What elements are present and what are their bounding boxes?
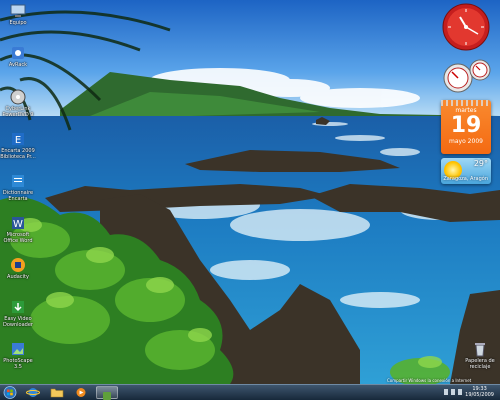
taskbar-media-player-button[interactable] [72, 386, 90, 399]
flag-icon [458, 389, 462, 395]
svg-text:W: W [13, 219, 23, 230]
desktop-icon-label: CyberLink PowerDVD 9 [2, 106, 34, 118]
desktop-icon-label: Microsoft Office Word [3, 232, 33, 244]
desktop[interactable]: Equipo AvRack CyberLink PowerDVD 9 E Enc… [0, 0, 500, 384]
weather-temperature: 29° [473, 159, 488, 168]
desktop-icon-equipo[interactable]: Equipo [0, 2, 36, 26]
calendar-gadget[interactable]: martes 19 mayo 2009 [441, 100, 491, 154]
taskbar-explorer-button[interactable] [48, 386, 66, 399]
wallpaper [0, 0, 500, 384]
desktop-icon-video-downloader[interactable]: Easy Video Downloader [0, 298, 36, 328]
desktop-icon-encarta[interactable]: E Encarta 2009 Biblioteca Pr... [0, 130, 36, 160]
computer-icon [10, 4, 26, 17]
weather-gadget[interactable]: 29° Zaragoza, Aragón [441, 158, 491, 184]
folder-icon [50, 388, 64, 398]
desktop-icon-powerdvd[interactable]: CyberLink PowerDVD 9 [0, 88, 36, 118]
dvd-icon [10, 89, 26, 105]
notification-overlay-text: Compartir Windows la conexión a Internet [387, 378, 472, 383]
network-icon [444, 389, 448, 395]
desktop-icon-label: PhotoScape 3.5 [3, 358, 33, 370]
tray-icons[interactable] [444, 389, 464, 395]
word-icon: W [12, 217, 24, 230]
desktop-icon-label: Equipo [9, 20, 27, 26]
encarta-icon: E [12, 133, 24, 146]
desktop-icon-label: Papelera de reciclaje [465, 358, 495, 370]
photo-icon [12, 343, 24, 355]
svg-text:E: E [15, 135, 21, 146]
app-icon [103, 392, 111, 400]
desktop-icon-audacity[interactable]: Audacity [0, 256, 36, 280]
desktop-icon-avrack[interactable]: AvRack [0, 44, 36, 68]
desktop-icon-label: Easy Video Downloader [3, 316, 33, 328]
volume-icon [451, 389, 455, 395]
weather-city: Zaragoza, Aragón [443, 176, 488, 182]
desktop-icon-recycle-bin[interactable]: Papelera de reciclaje [462, 340, 498, 370]
dictionary-icon [12, 175, 24, 187]
desktop-icon-label: AvRack [8, 62, 28, 68]
calendar-month: mayo 2009 [449, 138, 483, 145]
media-player-icon [76, 388, 86, 397]
desktop-icon-label: Dictionnaire Encarta [2, 190, 34, 202]
calendar-day: 19 [450, 113, 482, 138]
download-icon [12, 301, 24, 313]
desktop-icon-dictionary[interactable]: Dictionnaire Encarta [0, 172, 36, 202]
taskbar-ie-button[interactable] [24, 386, 42, 399]
app-icon [12, 47, 24, 59]
desktop-icon-label: Encarta 2009 Biblioteca Pr... [0, 148, 36, 160]
taskbar[interactable]: 19:33 19/05/2009 [0, 384, 500, 400]
clock-gadget[interactable] [442, 3, 490, 51]
taskbar-app-button[interactable] [96, 386, 118, 400]
cpu-meter-gadget[interactable] [442, 58, 492, 94]
desktop-icon-photoscape[interactable]: PhotoScape 3.5 [0, 340, 36, 370]
desktop-icon-word[interactable]: W Microsoft Office Word [0, 214, 36, 244]
desktop-icon-label: Audacity [7, 274, 29, 280]
recycle-bin-icon [475, 343, 485, 357]
taskbar-date: 19/05/2009 [465, 392, 494, 398]
taskbar-clock[interactable]: 19:33 19/05/2009 [465, 386, 494, 398]
audio-icon [11, 258, 25, 272]
start-button[interactable] [2, 386, 18, 399]
internet-explorer-icon [26, 388, 40, 397]
calendar-rings [441, 100, 491, 106]
